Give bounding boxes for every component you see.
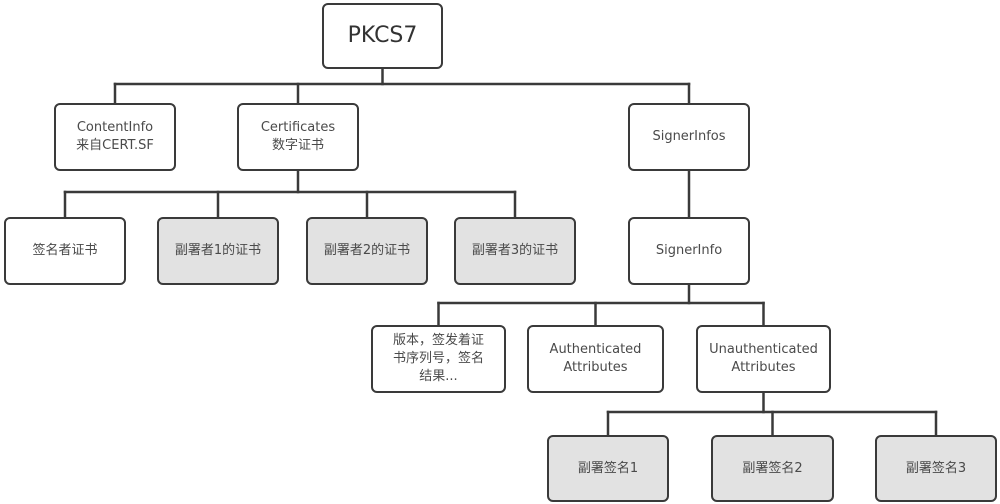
node-label: Unauthenticated Attributes	[709, 342, 818, 375]
node-label: ContentInfo 来自CERT.SF	[76, 120, 154, 153]
node-label: SignerInfo	[655, 243, 723, 258]
node-version-info: 版本，签发着证 书序列号，签名 结果...	[371, 325, 506, 393]
node-contentinfo: ContentInfo 来自CERT.SF	[54, 103, 176, 171]
node-certificates: Certificates 数字证书	[237, 103, 359, 171]
node-authenticated-attributes: Authenticated Attributes	[527, 325, 664, 393]
node-cosignature2: 副署签名2	[711, 435, 834, 502]
node-cosignature3: 副署签名3	[875, 435, 997, 502]
node-signerinfos: SignerInfos	[628, 103, 750, 171]
node-label: Authenticated Attributes	[549, 342, 642, 375]
node-label: 副署者1的证书	[174, 243, 262, 258]
node-label: SignerInfos	[652, 129, 726, 144]
node-signer-certificate: 签名者证书	[4, 217, 126, 285]
node-unauthenticated-attributes: Unauthenticated Attributes	[696, 325, 831, 393]
node-signerinfo: SignerInfo	[628, 217, 750, 285]
node-label: 副署者3的证书	[471, 243, 559, 258]
node-cosigner3-certificate: 副署者3的证书	[454, 217, 576, 285]
node-cosignature1: 副署签名1	[547, 435, 669, 502]
node-label: Certificates 数字证书	[260, 120, 336, 153]
node-label: 副署者2的证书	[323, 243, 411, 258]
node-cosigner1-certificate: 副署者1的证书	[157, 217, 279, 285]
node-cosigner2-certificate: 副署者2的证书	[306, 217, 428, 285]
node-label: 副署签名2	[742, 460, 803, 476]
node-label: 副署签名1	[577, 460, 639, 476]
node-label: PKCS7	[347, 23, 418, 48]
node-label: 版本，签发着证 书序列号，签名 结果...	[392, 333, 484, 384]
node-pkcs7: PKCS7	[322, 3, 443, 69]
node-label: 签名者证书	[32, 243, 98, 258]
node-label: 副署签名3	[905, 460, 967, 476]
